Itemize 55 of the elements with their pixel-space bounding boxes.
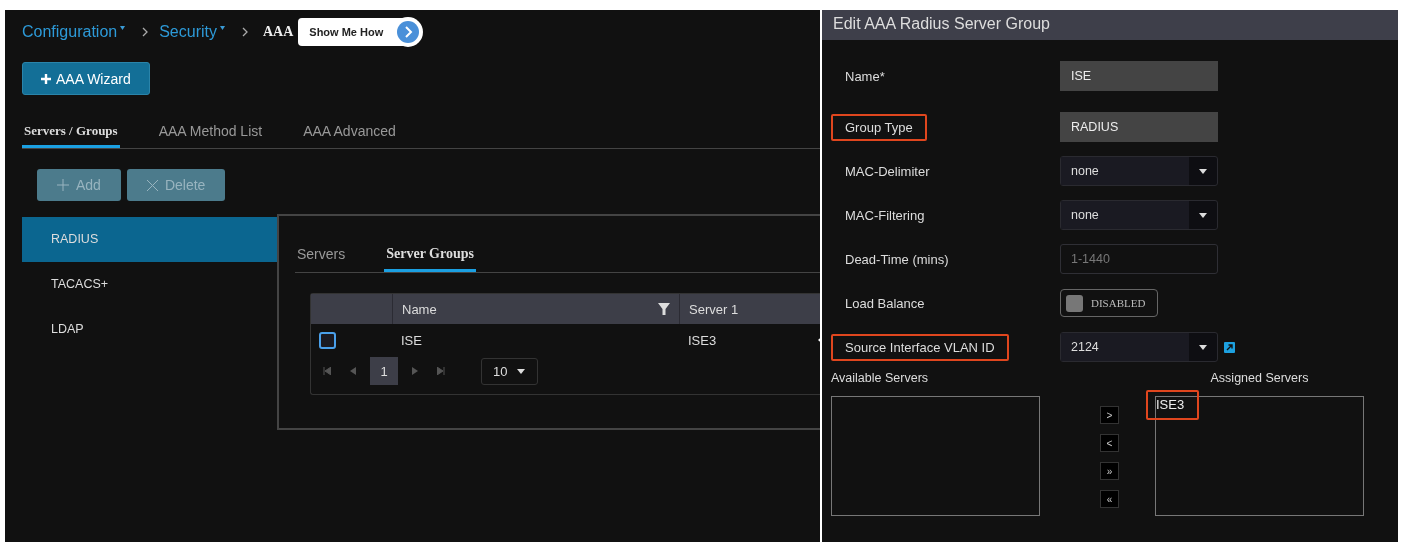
- list-title: Assigned Servers: [1210, 371, 1309, 387]
- field-label: Load Balance: [844, 294, 926, 313]
- input-field[interactable]: RADIUS: [1060, 112, 1218, 142]
- tab[interactable]: AAA Advanced: [301, 117, 398, 148]
- breadcrumb-item[interactable]: Security: [159, 23, 217, 41]
- tab[interactable]: AAA Method List: [156, 117, 265, 148]
- tab[interactable]: Server Groups: [384, 240, 476, 272]
- caret-icon: [1199, 212, 1207, 218]
- field-label: Dead-Time (mins): [844, 250, 950, 269]
- input-field[interactable]: 1-1440: [1060, 244, 1218, 274]
- caret-icon: [1199, 344, 1207, 350]
- tab[interactable]: Servers: [295, 240, 348, 272]
- field-label: MAC-Filtering: [844, 206, 926, 225]
- list-title: Available Servers: [831, 371, 930, 387]
- sidebar-item[interactable]: TACACS+: [22, 262, 277, 307]
- sidebar-item[interactable]: RADIUS: [22, 217, 277, 262]
- select-field[interactable]: none: [1060, 200, 1218, 230]
- field-label: MAC-Delimiter: [844, 162, 931, 181]
- field-label: Name*: [844, 67, 886, 86]
- column-header: Name: [402, 301, 437, 317]
- chevron-icon: [241, 27, 248, 37]
- move-button[interactable]: <: [1100, 434, 1119, 452]
- move-button[interactable]: »: [1100, 462, 1119, 480]
- aaa-wizard-button[interactable]: AAA Wizard: [22, 62, 150, 95]
- page-number[interactable]: 1: [370, 357, 398, 385]
- toggle-switch[interactable]: DISABLED: [1060, 289, 1159, 317]
- plus-icon: [57, 179, 69, 191]
- field-label: Group Type: [831, 113, 927, 141]
- available-list[interactable]: [831, 396, 1040, 516]
- external-link-icon[interactable]: [1224, 341, 1235, 353]
- breadcrumb-item[interactable]: AAA: [262, 24, 294, 40]
- caret-icon: [1199, 168, 1207, 174]
- chevron-icon: [142, 27, 149, 37]
- table-cell-text: ISE: [400, 332, 423, 348]
- row-checkbox[interactable]: [319, 331, 336, 349]
- close-icon: [146, 179, 158, 191]
- plus-icon: [41, 73, 51, 84]
- tab[interactable]: Servers / Groups: [22, 117, 120, 148]
- move-button[interactable]: >: [1100, 406, 1119, 424]
- caret-icon: [517, 368, 526, 374]
- table-cell-text: ISE3: [687, 332, 718, 348]
- select-field[interactable]: none: [1060, 156, 1218, 186]
- first-page-icon[interactable]: [323, 367, 331, 375]
- page-size-select[interactable]: 10: [481, 357, 539, 385]
- next-page-icon[interactable]: [412, 367, 418, 375]
- field-label: Source Interface VLAN ID: [831, 333, 1009, 361]
- last-page-icon[interactable]: [437, 367, 445, 375]
- previous-page-icon[interactable]: [350, 367, 356, 375]
- select-field[interactable]: 2124: [1060, 332, 1218, 362]
- move-button[interactable]: «: [1100, 490, 1119, 508]
- input-field[interactable]: ISE: [1060, 61, 1218, 91]
- dialog-title: Edit AAA Radius Server Group: [822, 10, 1398, 40]
- sidebar-item[interactable]: LDAP: [22, 307, 277, 352]
- breadcrumb-item[interactable]: Configuration: [22, 23, 118, 41]
- filter-icon[interactable]: [658, 303, 670, 315]
